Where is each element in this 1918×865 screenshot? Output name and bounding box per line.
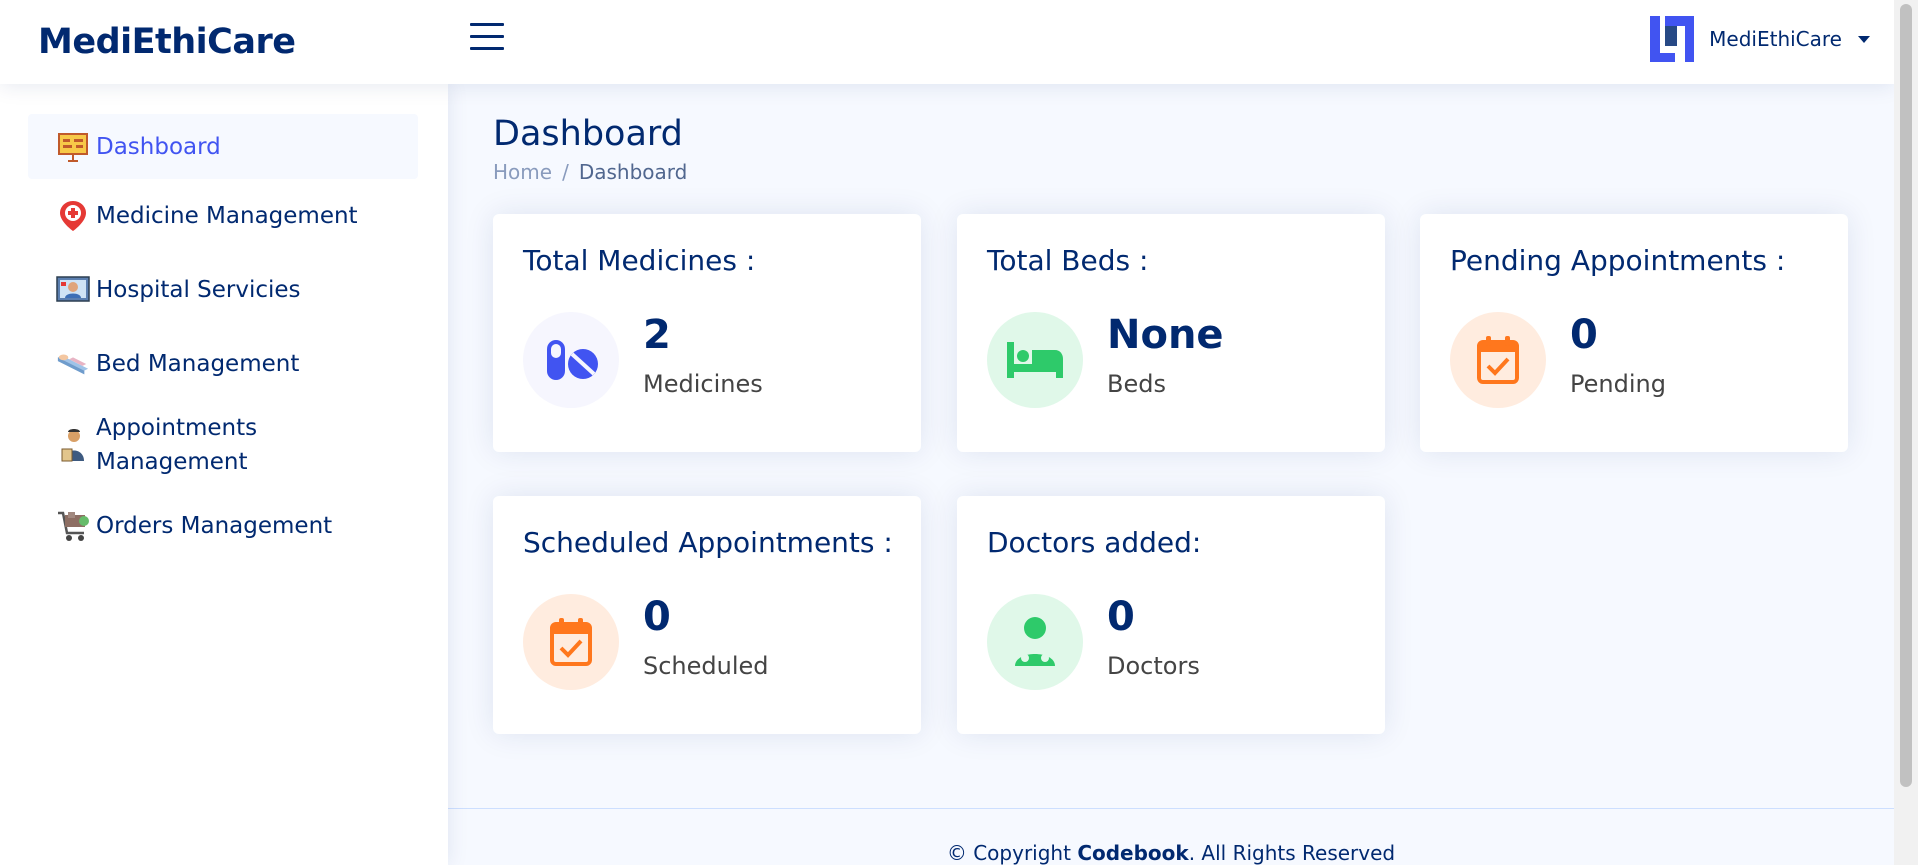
- pills-icon: [523, 312, 619, 408]
- copyright-brand: Codebook: [1077, 841, 1189, 865]
- breadcrumb-home-link[interactable]: Home: [493, 160, 552, 184]
- total-medicines-card: Total Medicines : 2 Medicines: [493, 214, 921, 452]
- sidebar-item-hospital-servicies[interactable]: Hospital Servicies: [28, 261, 418, 319]
- chevron-down-icon: [1858, 35, 1870, 43]
- sidebar-item-label: Orders Management: [96, 513, 333, 539]
- sidebar-item-orders-management[interactable]: Orders Management: [28, 497, 418, 555]
- app-logo[interactable]: MediEthiCare: [38, 22, 296, 62]
- bed-icon: [987, 312, 1083, 408]
- medicine-pin-icon: [56, 199, 90, 233]
- doctor-icon: [987, 594, 1083, 690]
- page-scrollbar[interactable]: [1894, 0, 1918, 865]
- pending-appointments-card: Pending Appointments : 0 Pending: [1420, 214, 1848, 452]
- bed-icon: [56, 347, 90, 381]
- card-unit: Pending: [1570, 370, 1666, 398]
- toggle-sidebar-button[interactable]: [470, 23, 504, 53]
- hospital-service-icon: [56, 273, 90, 307]
- sidebar-item-bed-management[interactable]: Bed Management: [28, 335, 418, 393]
- sidebar-item-appointments-management[interactable]: Appointments Management: [28, 405, 418, 485]
- card-value: 0: [1570, 312, 1598, 358]
- card-value: 0: [643, 594, 671, 640]
- calendar-check-icon: [523, 594, 619, 690]
- card-unit: Medicines: [643, 370, 763, 398]
- card-title: Doctors added:: [987, 526, 1202, 559]
- copyright-prefix: © Copyright: [946, 841, 1078, 865]
- sidebar-item-medicine-management[interactable]: Medicine Management: [28, 187, 418, 245]
- dashboard-board-icon: [56, 130, 90, 164]
- profile-name: MediEthiCare: [1709, 27, 1842, 51]
- main-content: Dashboard Home / Dashboard Total Medicin…: [448, 84, 1894, 865]
- sidebar: Dashboard Medicine Management Hospital S…: [0, 84, 448, 865]
- total-beds-card: Total Beds : None Beds: [957, 214, 1385, 452]
- copyright-suffix: . All Rights Reserved: [1188, 841, 1396, 865]
- card-title: Total Beds :: [987, 244, 1149, 277]
- doctors-added-card: Doctors added: 0 Doctors: [957, 496, 1385, 734]
- breadcrumb-current: Dashboard: [578, 160, 688, 184]
- scheduled-appointments-card: Scheduled Appointments : 0 Scheduled: [493, 496, 921, 734]
- profile-dropdown[interactable]: MediEthiCare: [1647, 13, 1870, 65]
- footer: © Copyright Codebook. All Rights Reserve…: [448, 808, 1894, 865]
- card-unit: Doctors: [1107, 652, 1200, 680]
- page-title: Dashboard: [493, 114, 683, 154]
- profile-logo-icon: [1650, 16, 1695, 62]
- card-value: 2: [643, 312, 671, 358]
- sidebar-item-dashboard[interactable]: Dashboard: [28, 114, 418, 179]
- top-header: MediEthiCare MediEthiCare: [0, 0, 1894, 84]
- sidebar-item-label: Medicine Management: [96, 203, 358, 229]
- sidebar-item-label: Bed Management: [96, 351, 300, 377]
- card-value: None: [1107, 312, 1224, 358]
- card-title: Pending Appointments :: [1450, 244, 1786, 277]
- calendar-check-icon: [1450, 312, 1546, 408]
- card-title: Scheduled Appointments :: [523, 526, 893, 559]
- breadcrumb: Home / Dashboard: [493, 160, 687, 184]
- card-value: 0: [1107, 594, 1135, 640]
- card-unit: Beds: [1107, 370, 1166, 398]
- sidebar-item-label: Hospital Servicies: [96, 277, 301, 303]
- breadcrumb-separator: /: [562, 160, 569, 184]
- shopping-cart-icon: [56, 509, 90, 543]
- scrollbar-thumb[interactable]: [1900, 4, 1912, 787]
- sidebar-item-label: Dashboard: [96, 133, 221, 160]
- copyright-text: © Copyright Codebook. All Rights Reserve…: [448, 841, 1894, 865]
- appointment-person-icon: [56, 428, 90, 462]
- sidebar-item-label: Appointments Management: [96, 415, 258, 475]
- card-unit: Scheduled: [643, 652, 769, 680]
- card-title: Total Medicines :: [523, 244, 756, 277]
